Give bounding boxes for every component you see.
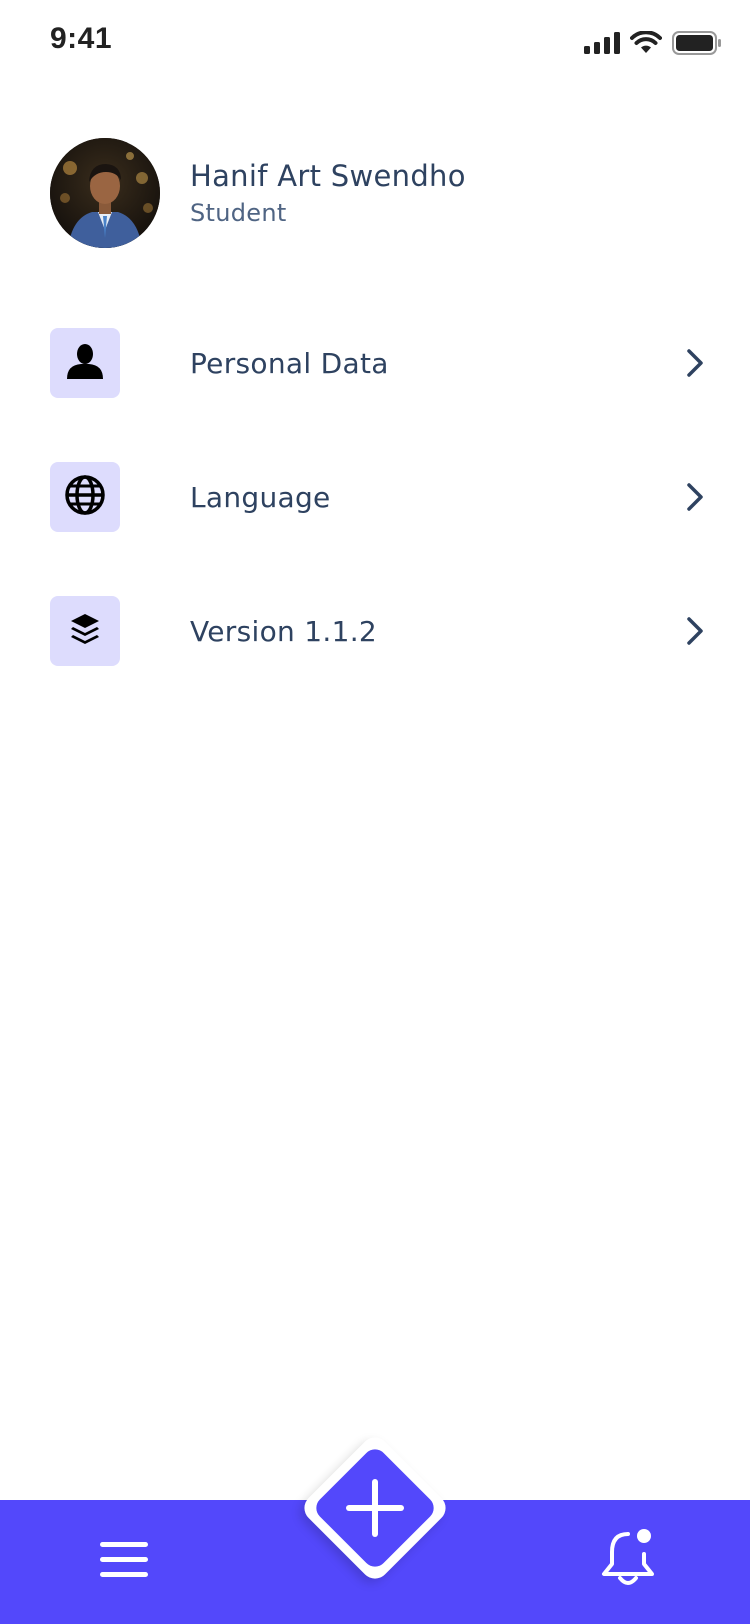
profile-text: Hanif Art Swendho Student	[190, 159, 466, 227]
menu-icon-tile	[50, 462, 120, 532]
menu-icon-tile	[50, 328, 120, 398]
person-icon	[65, 341, 105, 385]
battery-icon	[672, 31, 722, 55]
profile-name: Hanif Art Swendho	[190, 159, 466, 193]
menu-label-version: Version 1.1.2	[190, 614, 378, 648]
menu-label-language: Language	[190, 480, 331, 514]
add-button[interactable]	[298, 1431, 452, 1585]
menu-item-version[interactable]: Version 1.1.2	[50, 596, 710, 666]
hamburger-menu-icon[interactable]	[98, 1538, 150, 1582]
bell-icon[interactable]	[596, 1524, 660, 1590]
menu-label-personal-data: Personal Data	[190, 346, 389, 380]
status-icons	[584, 28, 722, 58]
wifi-icon	[630, 31, 662, 55]
layers-icon	[68, 612, 102, 650]
status-time: 9:41	[50, 22, 113, 55]
avatar[interactable]	[50, 138, 160, 248]
menu-icon-tile	[50, 596, 120, 666]
chevron-right-icon	[680, 343, 710, 383]
menu-item-language[interactable]: Language	[50, 462, 710, 532]
plus-icon	[343, 1476, 407, 1540]
chevron-right-icon	[680, 611, 710, 651]
chevron-right-icon	[680, 477, 710, 517]
profile-role: Student	[190, 199, 287, 227]
signal-icon	[584, 32, 620, 54]
menu-item-personal-data[interactable]: Personal Data	[50, 328, 710, 398]
globe-icon	[64, 474, 106, 520]
profile-header: Hanif Art Swendho Student	[50, 138, 466, 248]
status-bar: 9:41	[0, 0, 750, 88]
